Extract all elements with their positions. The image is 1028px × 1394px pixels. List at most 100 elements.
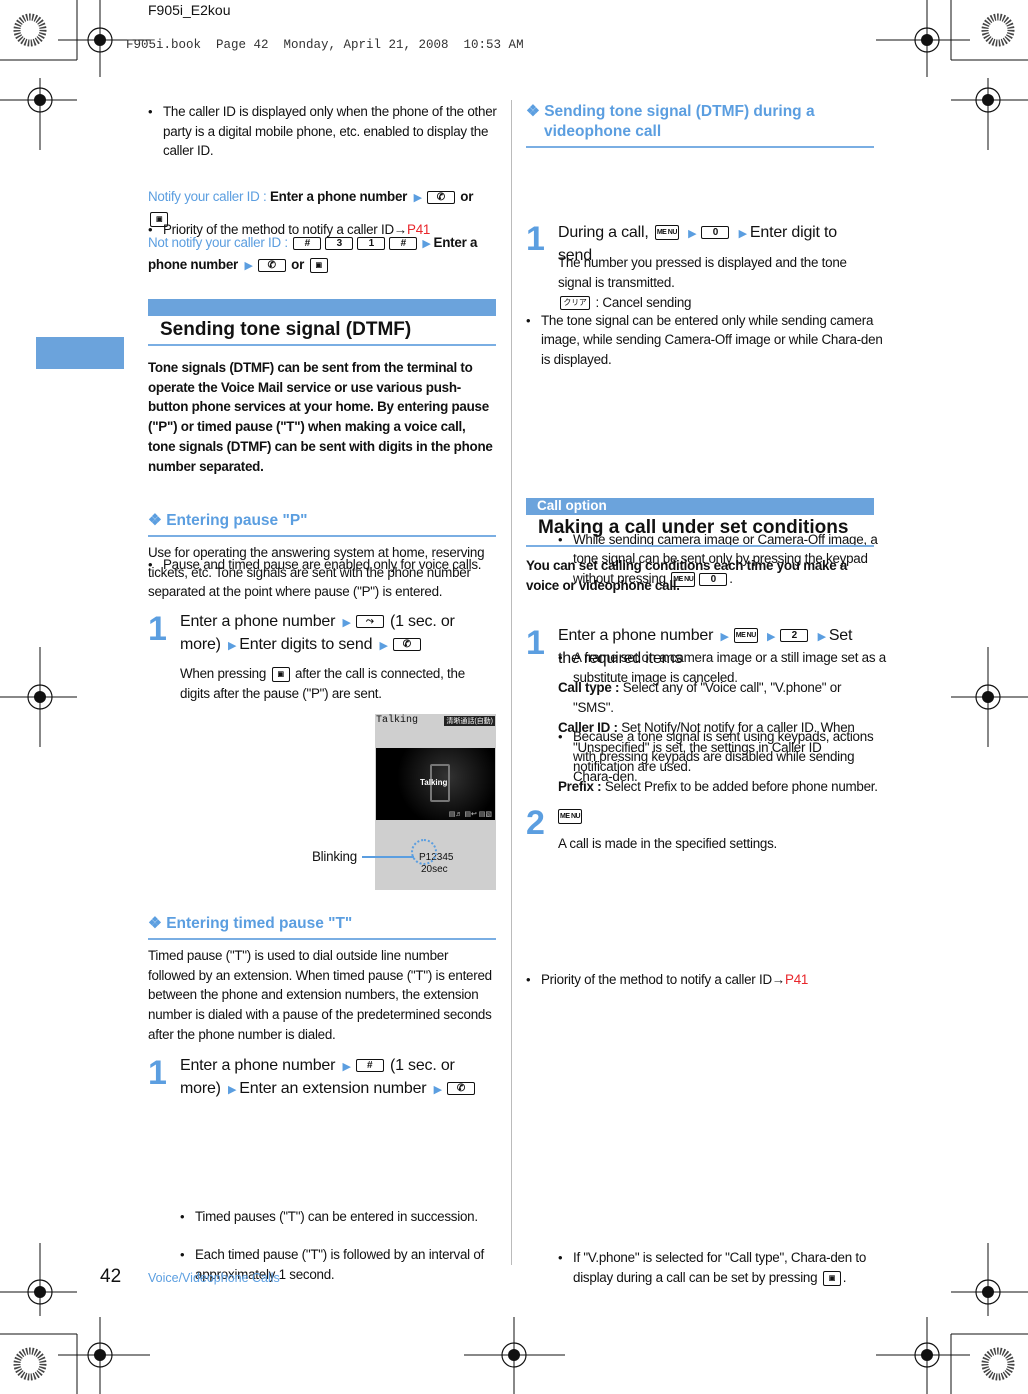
key-videophone-icon: ▣ — [822, 1270, 841, 1286]
column-divider — [511, 100, 512, 1265]
section-bar — [148, 299, 496, 316]
key-send-icon: ✆ — [392, 638, 421, 652]
text: Enter a phone number — [180, 1057, 340, 1074]
tone-transmitted-note: The number you pressed is displayed and … — [558, 253, 874, 292]
label: Not notify your caller ID : — [148, 235, 292, 250]
prefix-option: Prefix : Select Prefix to be added befor… — [558, 777, 878, 797]
page-link[interactable]: P41 — [785, 972, 808, 987]
timed-pause-description: Timed pause ("T") is used to dial outsid… — [148, 946, 496, 1045]
video-label: Talking — [420, 778, 448, 787]
arrow-right-icon: ▶ — [413, 192, 422, 204]
arrow-right-icon: ▶ — [720, 631, 729, 643]
dtmf-intro: Tone signals (DTMF) can be sent from the… — [148, 358, 496, 476]
text: Caller ID : — [558, 720, 622, 735]
text: Call type : — [558, 680, 623, 695]
arrow-right-icon: ▶ — [767, 631, 776, 643]
bullet-vphone-chara-den: If "V.phone" is selected for "Call type"… — [558, 1248, 889, 1287]
step-number: 1 — [148, 610, 167, 648]
key-hash-icon: # — [355, 1059, 384, 1073]
text: Enter a phone number — [558, 627, 718, 644]
text: Prefix : — [558, 779, 605, 794]
step-number: 2 — [526, 804, 545, 842]
step-press-menu: ME NU — [556, 806, 584, 828]
section-rule — [526, 545, 874, 547]
bullet-succession: Timed pauses ("T") can be entered in suc… — [180, 1207, 511, 1227]
bullet-priority: Priority of the method to notify a calle… — [526, 970, 889, 990]
caller-id-option: Caller ID : Set Notify/Not notify for a … — [558, 718, 874, 777]
pause-note: When pressing ▣ after the call is connec… — [180, 664, 496, 703]
key-three-icon: 3 — [325, 236, 354, 250]
text — [760, 627, 764, 644]
key-send-icon: ✆ — [257, 258, 286, 272]
step-pause: Enter a phone number ▶ ⤳ (1 sec. or more)… — [180, 611, 496, 657]
section-title-dtmf: Sending tone signal (DTMF) — [160, 319, 412, 340]
pause-description: Use for operating the answering system a… — [148, 543, 496, 602]
step-number: 1 — [526, 624, 545, 662]
cancel-sending-note: クリア : Cancel sending — [558, 293, 874, 313]
not-notify-caller-id-instruction: Not notify your caller ID : #3 1 # ▶ Enter a… — [148, 233, 494, 276]
call-timer: 20sec — [421, 864, 448, 875]
file-title: F905i_E2kou — [148, 2, 231, 18]
key-videophone-icon: ▣ — [271, 666, 290, 682]
subhead-rule — [148, 938, 496, 940]
arrow-right-icon: ▶ — [244, 259, 253, 272]
text: Use for operating the answering system a… — [148, 545, 485, 600]
section-title-call-conditions: Making a call under set conditions — [538, 517, 849, 538]
call-made-note: A call is made in the specified settings… — [558, 834, 874, 854]
subhead-entering-pause: ❖ Entering pause "P" — [148, 512, 308, 529]
subhead-entering-timed-pause: ❖ Entering timed pause "T" — [148, 915, 353, 932]
text: Timed pauses ("T") can be entered in suc… — [195, 1208, 478, 1224]
arrow-right-icon: ▶ — [342, 617, 351, 629]
text: Select Prefix to be added before phone n… — [604, 779, 878, 794]
step-number: 1 — [148, 1054, 167, 1092]
text: Enter an extension number — [239, 1080, 431, 1097]
text: A call is made in the specified settings… — [558, 836, 777, 851]
arrow-right-icon: ▶ — [228, 640, 237, 652]
chapter-name: Voice/Videophone Calls — [148, 1271, 280, 1285]
arrow-right-icon: ▶ — [433, 1084, 442, 1096]
phone-screen-figure: Talking 清晰通話(自動) Talking ▤♬ ▤↩ ▤▧ P12345… — [375, 714, 496, 890]
category-label: Call option — [537, 498, 607, 513]
step-set-conditions: Enter a phone number ▶ ME NU ▶ 2 ▶ Set the … — [558, 625, 874, 670]
text: Enter a phone number — [180, 613, 340, 630]
key-zero-icon: 0 — [701, 226, 730, 240]
arrow-right-icon: ▶ — [738, 228, 747, 240]
key-send-icon: ✆ — [446, 1082, 475, 1096]
label: Notify your caller ID : — [148, 189, 270, 204]
blinking-callout: Blinking — [312, 849, 357, 864]
key-pause-icon: ⤳ — [355, 615, 384, 629]
key-send-icon: ✆ — [426, 190, 455, 204]
text — [681, 224, 685, 241]
print-info-line: F905i.book Page 42 Monday, April 21, 200… — [126, 38, 524, 52]
text: or — [456, 189, 474, 204]
chapter-tab — [36, 337, 124, 369]
step-timed-pause: Enter a phone number ▶ # (1 sec. or more)… — [180, 1055, 496, 1101]
call-type-option: Call type : Select any of "Voice call", … — [558, 678, 874, 717]
text: Enter a phone number — [270, 189, 411, 204]
text: : Cancel sending — [592, 295, 692, 310]
text: The number you pressed is displayed and … — [558, 255, 847, 290]
subhead-text: ❖ Sending tone signal (DTMF) during a vi… — [526, 103, 815, 140]
text: . — [842, 1269, 847, 1285]
arrow-right-icon: ▶ — [688, 228, 697, 240]
call-conditions-intro: You can set calling conditions each time… — [526, 556, 874, 595]
page-number: 42 — [100, 1266, 122, 1287]
bullet-tone-signal-conditions: The tone signal can be entered only whil… — [526, 311, 889, 370]
text: or — [287, 256, 308, 272]
callout-line — [362, 856, 414, 858]
arrow-right-icon: ▶ — [228, 1084, 237, 1096]
arrow-right-icon: ▶ — [379, 640, 388, 652]
text — [731, 224, 735, 241]
blink-indicator — [411, 839, 437, 865]
arrow-right-icon: ▶ — [342, 1061, 351, 1073]
key-hash-icon: # — [293, 236, 322, 250]
key-one-icon: 1 — [357, 236, 386, 250]
key-videophone-icon: ▣ — [150, 211, 168, 227]
key-clear-icon: クリア — [560, 296, 590, 311]
key-videophone-icon: ▣ — [309, 257, 328, 273]
bullet-caller-id-display: The caller ID is displayed only when the… — [148, 102, 511, 161]
text: Priority of the method to notify a calle… — [541, 972, 786, 988]
key-menu-icon: ME NU — [733, 628, 758, 644]
key-hash-icon: # — [389, 236, 418, 250]
video-area: Talking ▤♬ ▤↩ ▤▧ — [376, 748, 495, 820]
